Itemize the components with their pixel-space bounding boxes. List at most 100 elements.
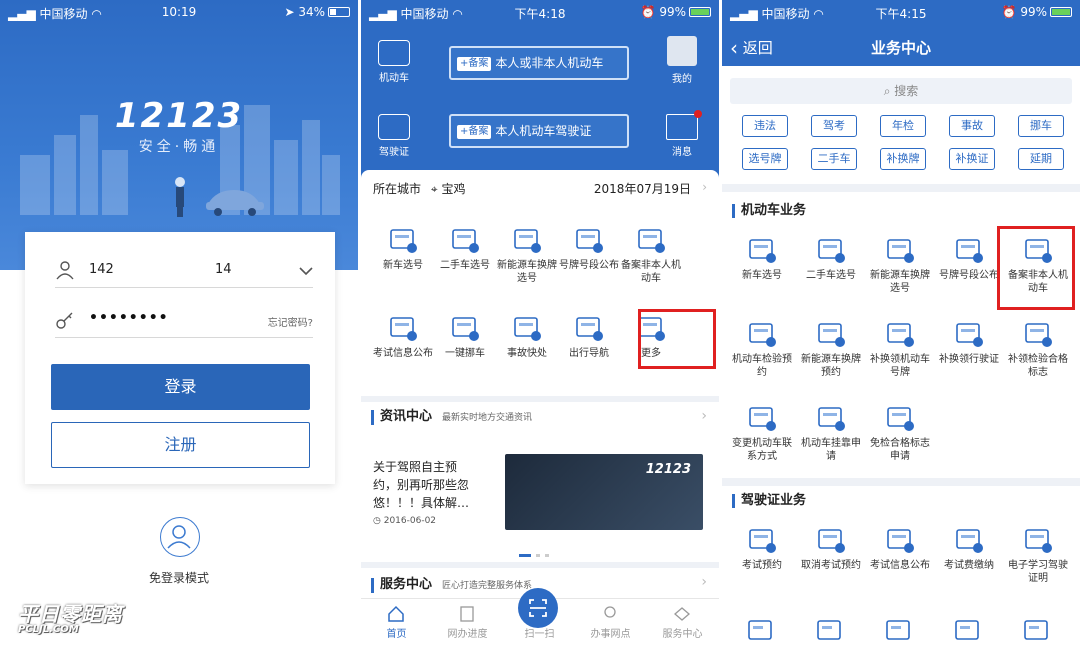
chevron-down-icon[interactable] <box>299 266 313 276</box>
service-icon[interactable] <box>884 618 914 644</box>
app-logo: 12123 <box>114 96 244 136</box>
tab-progress[interactable]: 网办进度 <box>432 599 503 640</box>
filter-chip[interactable]: 补换证 <box>949 148 995 170</box>
service-icon[interactable] <box>815 618 845 644</box>
forgot-password-link[interactable]: 忘记密码? <box>268 314 313 329</box>
vehicle-service-item[interactable]: 机动车检验预约 <box>730 322 794 379</box>
filter-chip[interactable]: 二手车 <box>811 148 857 170</box>
service-icon[interactable] <box>1022 618 1052 644</box>
login-button[interactable]: 登录 <box>51 364 310 410</box>
clock-icon: ◷ <box>373 516 381 526</box>
message-label: 消息 <box>672 147 692 158</box>
tab-home[interactable]: 首页 <box>361 599 432 640</box>
service-icon <box>749 529 776 553</box>
service-item[interactable]: 号牌号段公布 <box>557 228 621 272</box>
avatar <box>667 36 697 66</box>
vehicle-section-title: 机动车业务 <box>732 204 806 218</box>
service-icon <box>1025 529 1052 553</box>
service-item-label: 备案非本人机动车 <box>621 260 681 284</box>
service-item[interactable]: 二手车选号 <box>433 228 497 272</box>
vehicle-service-item[interactable]: 补换领行驶证 <box>937 322 1001 366</box>
vehicle-service-item[interactable]: 补领检验合格标志 <box>1006 322 1070 379</box>
username-field[interactable]: 142 14 <box>55 254 313 288</box>
home-icon <box>388 605 404 622</box>
service-item[interactable]: 出行导航 <box>557 316 621 360</box>
vehicle-service-item[interactable]: 号牌号段公布 <box>937 238 1001 282</box>
vehicle-entry[interactable]: 机动车 <box>369 40 419 84</box>
map-pin-icon <box>604 606 616 618</box>
service-title: 服务中心 <box>380 577 433 592</box>
guest-mode-icon[interactable] <box>160 517 200 557</box>
used-car-icon <box>452 229 479 253</box>
license-service-item[interactable]: 考试费缴纳 <box>937 528 1001 572</box>
service-icon[interactable] <box>953 618 983 644</box>
news-subtitle: 最新实时地方交通资讯 <box>442 413 533 423</box>
vehicle-service-item[interactable]: 二手车选号 <box>799 238 863 282</box>
guest-mode-label[interactable]: 免登录模式 <box>0 569 358 586</box>
chevron-right-icon[interactable]: › <box>701 574 707 590</box>
vehicle-service-item-label: 号牌号段公布 <box>939 270 999 281</box>
service-item[interactable]: 备案非本人机动车 <box>619 228 683 285</box>
filter-chip[interactable]: 事故 <box>949 115 995 137</box>
service-item-label: 一键挪车 <box>445 348 485 359</box>
license-icon <box>378 114 410 140</box>
mine-entry[interactable]: 我的 <box>657 36 707 85</box>
tab-service-center[interactable]: 服务中心 <box>647 599 718 640</box>
vehicle-service-item[interactable]: 新能源车换牌预约 <box>799 322 863 379</box>
service-icon <box>887 407 914 431</box>
vehicle-service-item[interactable]: 机动车挂靠申请 <box>799 406 863 463</box>
filter-chip[interactable]: 补换牌 <box>880 148 926 170</box>
license-service-item[interactable]: 考试信息公布 <box>868 528 932 572</box>
search-input[interactable]: ⌕ 搜索 <box>730 78 1072 104</box>
service-item[interactable]: 事故快处 <box>495 316 559 360</box>
battery-label: 99% <box>1020 5 1047 19</box>
register-vehicle-button[interactable]: +备案 本人或非本人机动车 <box>449 46 629 80</box>
mail-icon <box>666 110 702 140</box>
register-license-button[interactable]: +备案 本人机动车驾驶证 <box>449 114 629 148</box>
filter-chip[interactable]: 挪车 <box>1018 115 1064 137</box>
filter-chip[interactable]: 选号牌 <box>742 148 788 170</box>
filter-chip[interactable]: 年检 <box>880 115 926 137</box>
license-service-item[interactable]: 考试预约 <box>730 528 794 572</box>
password-field[interactable]: •••••••• 忘记密码? <box>55 304 313 338</box>
scan-button[interactable] <box>518 588 558 628</box>
vehicle-service-item[interactable]: 免检合格标志申请 <box>868 406 932 463</box>
message-entry[interactable]: 消息 <box>657 110 707 158</box>
license-entry[interactable]: 驾驶证 <box>369 114 419 158</box>
license-service-item[interactable]: 电子学习驾驶证明 <box>1006 528 1070 585</box>
service-icon <box>887 239 914 263</box>
service-icon <box>818 239 845 263</box>
service-icon <box>956 529 983 553</box>
police-car-illustration <box>175 177 264 217</box>
license-service-item-label: 考试费缴纳 <box>944 560 994 571</box>
service-item[interactable]: 新车选号 <box>371 228 435 272</box>
filter-chip[interactable]: 违法 <box>742 115 788 137</box>
chevron-right-icon[interactable]: › <box>701 408 707 424</box>
news-thumbnail[interactable]: 12123 <box>505 454 703 530</box>
vehicle-service-item[interactable]: 新车选号 <box>730 238 794 282</box>
vehicle-service-item-label: 补领检验合格标志 <box>1008 354 1068 378</box>
service-icon[interactable] <box>746 618 776 644</box>
service-item[interactable]: 一键挪车 <box>433 316 497 360</box>
alarm-icon: ⏰ <box>640 5 656 19</box>
license-service-item[interactable]: 取消考试预约 <box>799 528 863 572</box>
vehicle-service-item[interactable]: 变更机动车联系方式 <box>730 406 794 463</box>
crosshair-icon: ⌖ <box>430 182 438 196</box>
register-button[interactable]: 注册 <box>51 422 310 468</box>
tab-branches[interactable]: 办事网点 <box>575 599 646 640</box>
vehicle-service-item[interactable]: 新能源车换牌选号 <box>868 238 932 295</box>
news-headline[interactable]: 关于驾照自主预 约，别再听那些忽 悠！！！具体解… <box>373 458 495 512</box>
login-form: 142 14 •••••••• 忘记密码? 登录 注册 <box>25 232 335 484</box>
service-item[interactable]: 新能源车换牌选号 <box>495 228 559 285</box>
new-car-icon <box>390 229 417 253</box>
service-item[interactable]: 考试信息公布 <box>371 316 435 360</box>
filter-chip[interactable]: 延期 <box>1018 148 1064 170</box>
ev-icon <box>514 229 541 253</box>
service-icon <box>887 323 914 347</box>
filter-chip[interactable]: 驾考 <box>811 115 857 137</box>
watermark: 平日零距离 PCLJL.COM <box>18 602 123 635</box>
city-row[interactable]: 所在城市 ⌖ 宝鸡 2018年07月19日 › <box>373 180 707 197</box>
key-icon <box>56 312 73 329</box>
vehicle-service-item[interactable]: 补换领机动车号牌 <box>868 322 932 379</box>
carousel-dots <box>519 542 559 557</box>
